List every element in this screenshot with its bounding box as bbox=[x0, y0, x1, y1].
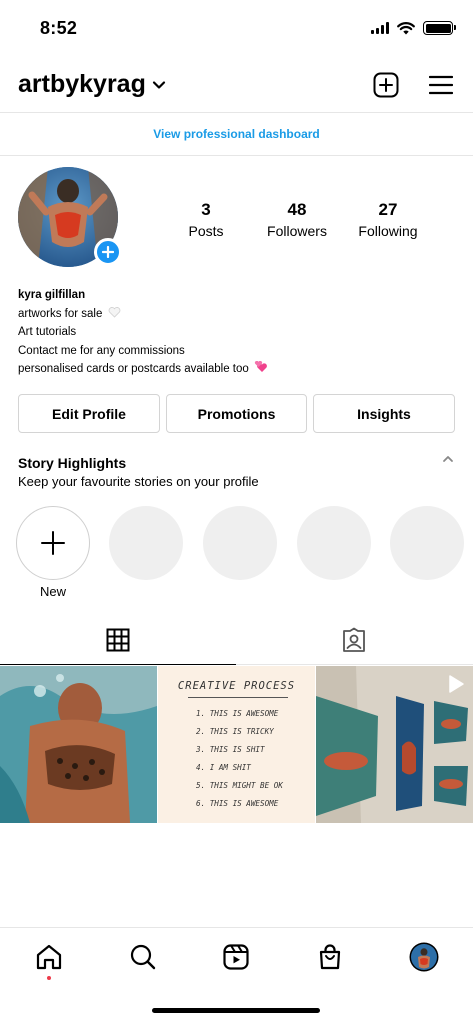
username: artbykyrag bbox=[18, 70, 146, 98]
profile-avatar bbox=[409, 942, 439, 972]
new-post-icon bbox=[373, 72, 399, 98]
status-bar: 8:52 bbox=[0, 0, 473, 56]
following-label: Following bbox=[358, 223, 418, 239]
bio-line: personalised cards or postcards availabl… bbox=[18, 360, 268, 379]
battery-icon bbox=[423, 21, 456, 35]
profile-header: artbykyrag bbox=[0, 62, 473, 106]
promotions-button[interactable]: Promotions bbox=[166, 394, 307, 433]
tab-posts-grid[interactable] bbox=[0, 615, 236, 665]
two-hearts-icon bbox=[254, 360, 267, 372]
white-heart-icon bbox=[108, 306, 120, 318]
followers-count: 48 bbox=[287, 200, 307, 219]
stat-following[interactable]: 27 Following bbox=[353, 200, 423, 239]
search-icon bbox=[130, 944, 156, 970]
profile-tabs bbox=[0, 615, 473, 665]
new-highlight-label: New bbox=[39, 584, 66, 599]
bio-line: artworks for sale bbox=[18, 305, 268, 324]
nav-search[interactable] bbox=[127, 941, 159, 973]
bio-line-text: personalised cards or postcards availabl… bbox=[18, 363, 249, 375]
nav-reels[interactable] bbox=[220, 941, 252, 973]
account-switcher[interactable]: artbykyrag bbox=[18, 70, 166, 99]
profile-bio: kyra gilfillan artworks for sale Art tut… bbox=[18, 286, 268, 379]
post-title: CREATIVE PROCESS bbox=[177, 680, 296, 692]
list-item: 4. I AM SHIT bbox=[196, 763, 251, 772]
post-list: 1. THIS IS AWESOME 2. THIS IS TRICKY 3. … bbox=[196, 705, 283, 813]
add-story-button[interactable] bbox=[94, 238, 122, 266]
reels-icon bbox=[223, 944, 249, 970]
nav-home[interactable] bbox=[33, 941, 65, 973]
professional-dashboard-label: View professional dashboard bbox=[153, 127, 320, 141]
highlight-placeholder bbox=[203, 506, 277, 580]
status-time: 8:52 bbox=[40, 18, 78, 38]
new-post-button[interactable] bbox=[371, 70, 401, 100]
list-item: 1. THIS IS AWESOME bbox=[196, 709, 279, 718]
post-image bbox=[0, 666, 157, 823]
shop-icon bbox=[319, 944, 341, 970]
profile-avatar[interactable] bbox=[18, 167, 122, 267]
list-item: 3. THIS IS SHIT bbox=[196, 745, 265, 754]
grid-post-2[interactable]: CREATIVE PROCESS 1. THIS IS AWESOME 2. T… bbox=[158, 666, 315, 823]
tab-tagged[interactable] bbox=[236, 615, 472, 665]
list-item: 5. THIS MIGHT BE OK bbox=[196, 781, 283, 790]
following-count: 27 bbox=[378, 200, 398, 219]
signal-icon bbox=[371, 22, 389, 34]
nav-shop[interactable] bbox=[314, 941, 346, 973]
list-item: 2. THIS IS TRICKY bbox=[196, 727, 274, 736]
story-highlights-title: Story Highlights bbox=[18, 455, 127, 471]
highlight-placeholder bbox=[297, 506, 371, 580]
chevron-up-icon[interactable] bbox=[441, 452, 455, 466]
highlight-placeholder bbox=[390, 506, 464, 580]
highlight-placeholder bbox=[109, 506, 183, 580]
story-highlights-subtitle: Keep your favourite stories on your prof… bbox=[18, 474, 259, 489]
professional-dashboard-link[interactable]: View professional dashboard bbox=[0, 112, 473, 156]
display-name: kyra gilfillan bbox=[18, 289, 86, 301]
bio-line: Art tutorials bbox=[18, 326, 77, 338]
stat-followers[interactable]: 48 Followers bbox=[262, 200, 332, 239]
insights-button[interactable]: Insights bbox=[313, 394, 455, 433]
followers-label: Followers bbox=[267, 223, 327, 239]
notification-dot bbox=[47, 976, 51, 980]
grid-post-3[interactable] bbox=[316, 666, 473, 823]
edit-profile-button[interactable]: Edit Profile bbox=[18, 394, 160, 433]
nav-profile[interactable] bbox=[408, 941, 440, 973]
bio-line: Contact me for any commissions bbox=[18, 344, 185, 357]
status-icons bbox=[371, 21, 456, 35]
grid-icon bbox=[106, 628, 130, 652]
posts-count: 3 bbox=[201, 200, 211, 219]
chevron-down-icon bbox=[152, 80, 165, 89]
posts-label: Posts bbox=[188, 223, 224, 239]
bio-line-text: artworks for sale bbox=[18, 307, 103, 320]
active-tab-indicator bbox=[0, 663, 236, 665]
list-item: 6. THIS IS AWESOME bbox=[196, 799, 279, 808]
stat-posts[interactable]: 3 Posts bbox=[186, 200, 226, 239]
tagged-icon bbox=[343, 627, 365, 652]
reel-badge-icon bbox=[449, 675, 464, 693]
menu-icon bbox=[429, 75, 453, 95]
plus-icon bbox=[41, 531, 65, 555]
wifi-icon bbox=[397, 21, 415, 34]
grid-post-1[interactable] bbox=[0, 666, 157, 823]
home-indicator bbox=[152, 1008, 320, 1013]
home-icon bbox=[36, 944, 62, 970]
new-highlight-button[interactable] bbox=[16, 506, 90, 580]
plus-icon bbox=[102, 246, 114, 258]
menu-button[interactable] bbox=[426, 70, 456, 100]
